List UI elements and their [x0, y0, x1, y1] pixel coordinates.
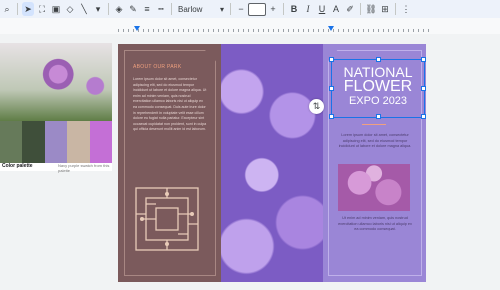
color-palette-image[interactable]: Color palette Navy purple swatch from th… — [0, 43, 113, 173]
underline-icon[interactable]: U — [316, 2, 328, 16]
palette-label: Color palette — [2, 163, 33, 169]
chevron-down-icon[interactable]: ▾ — [92, 2, 104, 16]
cover-body-2[interactable]: Ut enim ad minim veniam, quis nostrud ex… — [337, 216, 413, 233]
maze-graphic — [135, 187, 199, 251]
swatch — [22, 121, 45, 163]
flower-photo — [0, 43, 112, 121]
resize-handle[interactable] — [421, 86, 426, 91]
border-dash-icon[interactable]: ┅ — [155, 2, 167, 16]
cursor-icon[interactable]: ➤ — [22, 2, 34, 16]
panel-cover[interactable]: NATIONAL FLOWER EXPO 2023 Lorem ipsum do… — [323, 44, 426, 282]
cover-body-1[interactable]: Lorem ipsum dolor sit amet, consectetur … — [337, 133, 413, 150]
swatch-row — [0, 121, 113, 163]
font-name: Barlow — [178, 4, 203, 14]
magnify-icon[interactable]: ⌕ — [1, 2, 13, 16]
title-textbox[interactable]: NATIONAL FLOWER EXPO 2023 — [329, 57, 426, 119]
accent-divider — [362, 124, 386, 125]
resize-handle[interactable] — [376, 57, 381, 62]
toolbar-separator — [108, 3, 109, 15]
resize-handle[interactable] — [329, 57, 334, 62]
swatch — [89, 121, 113, 163]
resize-handle[interactable] — [421, 114, 426, 119]
palette-sublabel: Navy purple swatch from this palette — [58, 163, 110, 173]
right-indent-marker[interactable] — [328, 26, 334, 31]
minus-icon[interactable]: − — [235, 2, 247, 16]
toolbar-separator — [230, 3, 231, 15]
chevron-down-icon: ▾ — [219, 4, 224, 14]
resize-handle[interactable] — [376, 114, 381, 119]
toolbar-separator — [283, 3, 284, 15]
about-body[interactable]: Lorem ipsum dolor sit amet, consectetur … — [133, 77, 207, 133]
border-weight-icon[interactable]: ≡ — [141, 2, 153, 16]
bold-icon[interactable]: B — [288, 2, 300, 16]
collapse-toggle-icon[interactable]: ⇅ — [309, 99, 324, 114]
toolbar-separator — [171, 3, 172, 15]
crop-icon[interactable]: ⛶ — [36, 2, 48, 16]
italic-icon[interactable]: I — [302, 2, 314, 16]
panel-flower-photo[interactable] — [221, 44, 323, 282]
link-icon[interactable]: ⛓ — [365, 2, 377, 16]
line-icon[interactable]: ╲ — [78, 2, 90, 16]
panel-about[interactable]: ABOUT OUR PARK Lorem ipsum dolor sit ame… — [118, 44, 221, 282]
highlight-icon[interactable]: ✐ — [344, 2, 356, 16]
ruler-ticks — [118, 29, 430, 32]
title-line-1: NATIONAL — [343, 64, 413, 80]
cover-photo[interactable] — [338, 164, 410, 211]
image-icon[interactable]: ▣ — [50, 2, 62, 16]
brochure-page[interactable]: ABOUT OUR PARK Lorem ipsum dolor sit ame… — [118, 44, 426, 282]
plus-icon[interactable]: + — [267, 2, 279, 16]
font-size-input[interactable] — [248, 2, 266, 16]
toolbar: ⌕ ➤ ⛶ ▣ ◇ ╲ ▾ ◈ ✎ ≡ ┅ Barlow ▾ − + B I U… — [0, 0, 500, 18]
pen-icon[interactable]: ✎ — [127, 2, 139, 16]
resize-handle[interactable] — [329, 114, 334, 119]
comment-icon[interactable]: ⊞ — [379, 2, 391, 16]
about-heading[interactable]: ABOUT OUR PARK — [133, 64, 181, 70]
toolbar-separator — [17, 3, 18, 15]
swatch — [44, 121, 68, 163]
title-line-3: EXPO 2023 — [348, 95, 408, 107]
swatch — [67, 121, 90, 163]
ruler[interactable] — [0, 22, 500, 34]
toolbar-separator — [360, 3, 361, 15]
resize-handle[interactable] — [421, 57, 426, 62]
title-line-2: FLOWER — [343, 78, 413, 95]
left-indent-marker[interactable] — [134, 26, 140, 31]
toolbar-separator — [395, 3, 396, 15]
text-color-icon[interactable]: A — [330, 2, 342, 16]
more-icon[interactable]: ⋮ — [400, 2, 412, 16]
font-selector[interactable]: Barlow ▾ — [175, 5, 227, 14]
fill-color-icon[interactable]: ◈ — [113, 2, 125, 16]
shapes-icon[interactable]: ◇ — [64, 2, 76, 16]
resize-handle[interactable] — [329, 86, 334, 91]
swatch — [0, 121, 23, 163]
